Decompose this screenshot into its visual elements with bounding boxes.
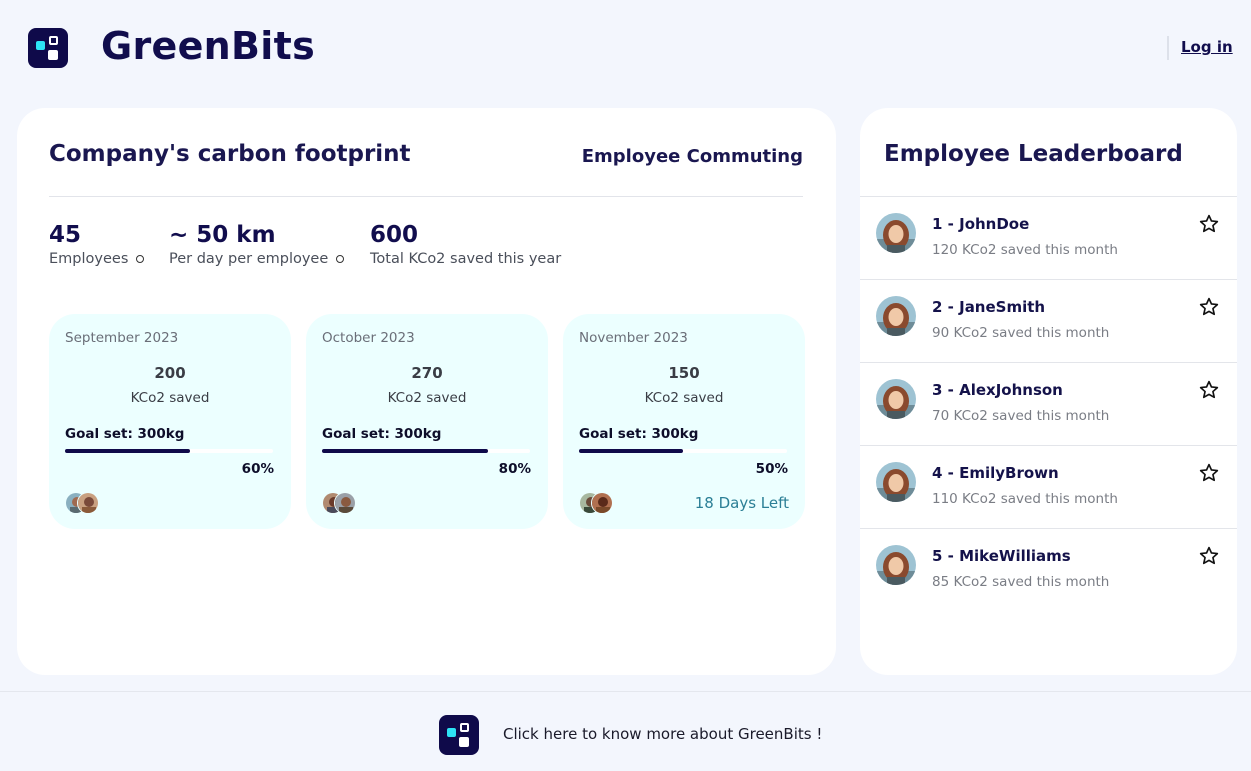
goal-percent: 60%: [241, 461, 274, 477]
star-icon[interactable]: [1198, 213, 1220, 235]
month-card-november[interactable]: November 2023 150 KCo2 saved Goal set: 3…: [563, 314, 805, 529]
header-divider: [1167, 36, 1169, 60]
month-saved-unit: KCo2 saved: [130, 390, 210, 406]
month-saved-value: 150: [668, 364, 700, 382]
employee-name: 5 - MikeWilliams: [932, 547, 1071, 565]
star-icon[interactable]: [1198, 462, 1220, 484]
info-circle-icon[interactable]: [336, 255, 345, 263]
goal-percent: 80%: [498, 461, 531, 477]
header: GreenBits Log in: [0, 0, 1251, 96]
leaderboard-row[interactable]: 1 - JohnDoe 120 KCo2 saved this month: [860, 196, 1237, 279]
leaderboard-card: Employee Leaderboard 1 - JohnDoe 120 KCo2…: [860, 108, 1237, 675]
month-card-september[interactable]: September 2023 200 KCo2 saved Goal set: …: [49, 314, 291, 529]
stat-label: Per day per employee: [169, 251, 329, 267]
goal-progress-bar: [322, 449, 530, 453]
stat-label: Employees: [49, 251, 129, 267]
participant-avatars: [65, 492, 105, 514]
month-goal: Goal set: 300kg: [322, 426, 442, 442]
leaderboard-row[interactable]: 3 - AlexJohnson 70 KCo2 saved this month: [860, 362, 1237, 445]
avatar: [876, 545, 916, 585]
footprint-category: Employee Commuting: [581, 146, 803, 167]
stat-label: Total KCo2 saved this year: [370, 251, 562, 267]
avatar: [77, 492, 99, 514]
participant-avatars: [322, 492, 362, 514]
carbon-footprint-card: Company's carbon footprint Employee Comm…: [17, 108, 836, 675]
leaderboard-title: Employee Leaderboard: [884, 141, 1183, 167]
month-saved-value: 200: [154, 364, 186, 382]
avatar: [591, 492, 613, 514]
star-icon[interactable]: [1198, 379, 1220, 401]
leaderboard-row[interactable]: 4 - EmilyBrown 110 KCo2 saved this month: [860, 445, 1237, 528]
info-circle-icon[interactable]: [136, 255, 145, 263]
month-name: September 2023: [65, 330, 179, 346]
login-link[interactable]: Log in: [1181, 38, 1233, 56]
goal-progress-fill: [65, 449, 190, 453]
avatar: [876, 379, 916, 419]
star-icon[interactable]: [1198, 296, 1220, 318]
month-goal: Goal set: 300kg: [579, 426, 699, 442]
month-name: November 2023: [579, 330, 688, 346]
employee-name: 3 - AlexJohnson: [932, 381, 1063, 399]
avatar: [334, 492, 356, 514]
stat-value: 45: [49, 222, 82, 248]
participant-avatars: [579, 492, 619, 514]
stat-value: 600: [370, 222, 419, 248]
avatar: [876, 462, 916, 502]
month-goal: Goal set: 300kg: [65, 426, 185, 442]
star-icon[interactable]: [1198, 545, 1220, 567]
days-left: 18 Days Left: [694, 494, 789, 512]
goal-progress-fill: [579, 449, 683, 453]
footer-divider: [0, 691, 1251, 692]
stat-value: ~ 50 km: [169, 222, 276, 248]
leaderboard-row[interactable]: 5 - MikeWilliams 85 KCo2 saved this month: [860, 528, 1237, 611]
month-saved-value: 270: [411, 364, 443, 382]
employee-name: 1 - JohnDoe: [932, 215, 1030, 233]
goal-percent: 50%: [755, 461, 788, 477]
stat-total-saved: 600 Total KCo2 saved this year: [370, 222, 561, 267]
employee-name: 4 - EmilyBrown: [932, 464, 1059, 482]
greenbits-logo-icon[interactable]: [28, 28, 68, 68]
employee-saved: 70 KCo2 saved this month: [932, 408, 1110, 424]
greenbits-logo-icon[interactable]: [439, 715, 479, 755]
month-card-october[interactable]: October 2023 270 KCo2 saved Goal set: 30…: [306, 314, 548, 529]
employee-name: 2 - JaneSmith: [932, 298, 1046, 316]
employee-saved: 120 KCo2 saved this month: [932, 242, 1118, 258]
employee-saved: 90 KCo2 saved this month: [932, 325, 1110, 341]
goal-progress-bar: [579, 449, 787, 453]
stat-employees: 45 Employees: [49, 222, 145, 267]
leaderboard-row[interactable]: 2 - JaneSmith 90 KCo2 saved this month: [860, 279, 1237, 362]
month-saved-unit: KCo2 saved: [387, 390, 467, 406]
employee-saved: 85 KCo2 saved this month: [932, 574, 1110, 590]
month-saved-unit: KCo2 saved: [644, 390, 724, 406]
brand-name: GreenBits: [101, 24, 316, 68]
learn-more-link[interactable]: Click here to know more about GreenBits …: [503, 725, 822, 743]
stat-distance: ~ 50 km Per day per employee: [169, 222, 345, 267]
avatar: [876, 213, 916, 253]
avatar: [876, 296, 916, 336]
divider: [49, 196, 803, 197]
month-name: October 2023: [322, 330, 415, 346]
footprint-title: Company's carbon footprint: [49, 141, 411, 167]
employee-saved: 110 KCo2 saved this month: [932, 491, 1118, 507]
goal-progress-bar: [65, 449, 273, 453]
goal-progress-fill: [322, 449, 489, 453]
